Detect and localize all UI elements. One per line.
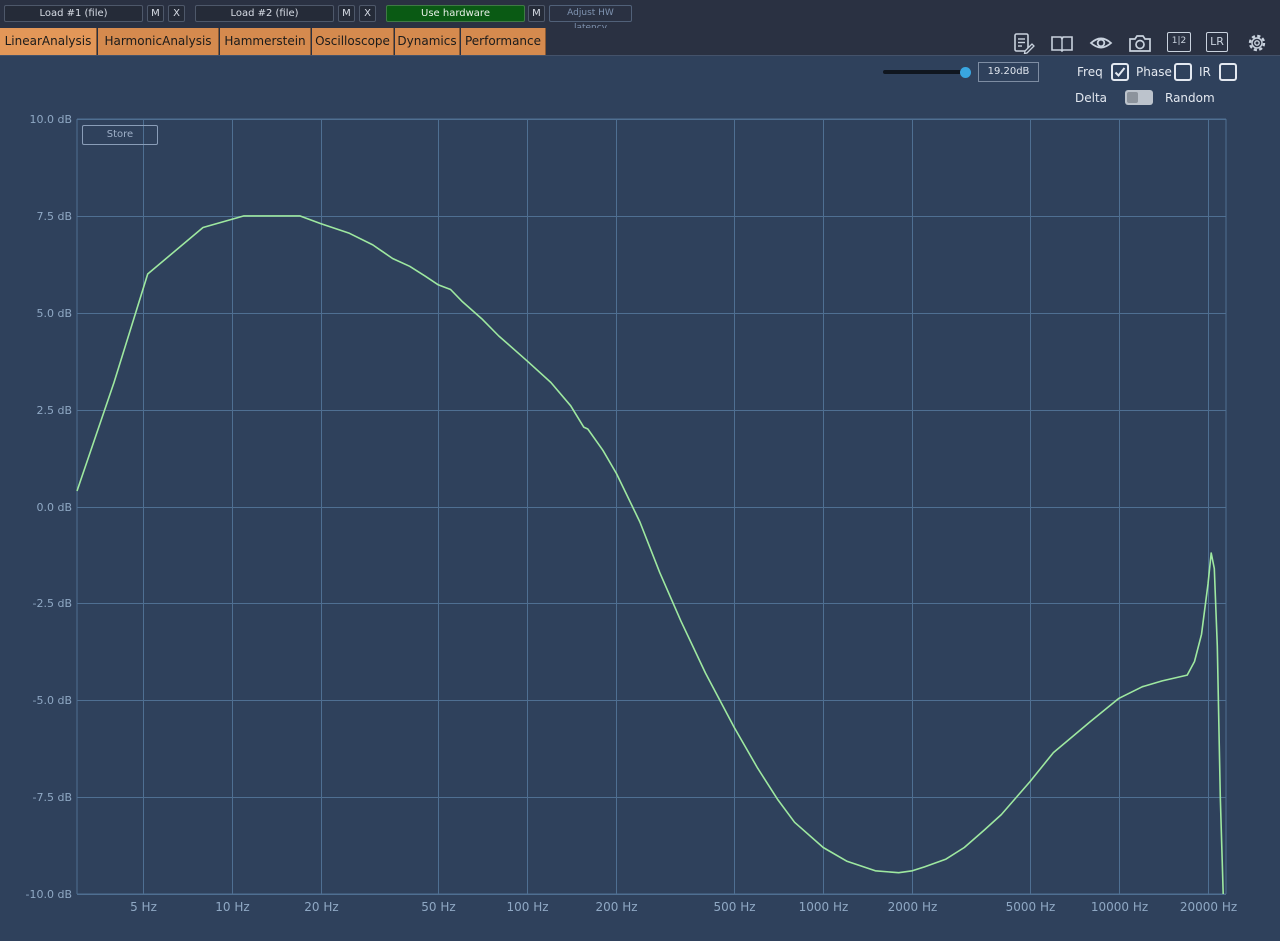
y-tick-label: 10.0 dB [29, 112, 72, 126]
x-tick-label: 50 Hz [421, 900, 456, 914]
x-tick-label: 500 Hz [713, 900, 756, 914]
x-tick-label: 10000 Hz [1090, 900, 1149, 914]
frequency-response-chart [76, 118, 1227, 895]
y-tick-label: -5.0 dB [32, 693, 73, 707]
x-tick-label: 2000 Hz [887, 900, 938, 914]
y-tick-label: 2.5 dB [36, 403, 72, 417]
y-tick-label: -2.5 dB [32, 596, 73, 610]
x-tick-label: 5000 Hz [1005, 900, 1056, 914]
y-tick-label: 5.0 dB [36, 306, 72, 320]
store-button[interactable]: Store [82, 125, 158, 145]
x-tick-label: 20000 Hz [1179, 900, 1238, 914]
x-tick-label: 5 Hz [130, 900, 157, 914]
x-tick-label: 1000 Hz [798, 900, 849, 914]
x-tick-label: 100 Hz [506, 900, 549, 914]
y-tick-label: 0.0 dB [36, 500, 72, 514]
x-tick-label: 10 Hz [215, 900, 250, 914]
y-tick-label: -10.0 dB [25, 887, 73, 901]
response-curve [76, 215, 1224, 895]
y-tick-label: 7.5 dB [36, 209, 72, 223]
x-tick-label: 200 Hz [595, 900, 638, 914]
y-tick-label: -7.5 dB [32, 790, 73, 804]
x-tick-label: 20 Hz [304, 900, 339, 914]
